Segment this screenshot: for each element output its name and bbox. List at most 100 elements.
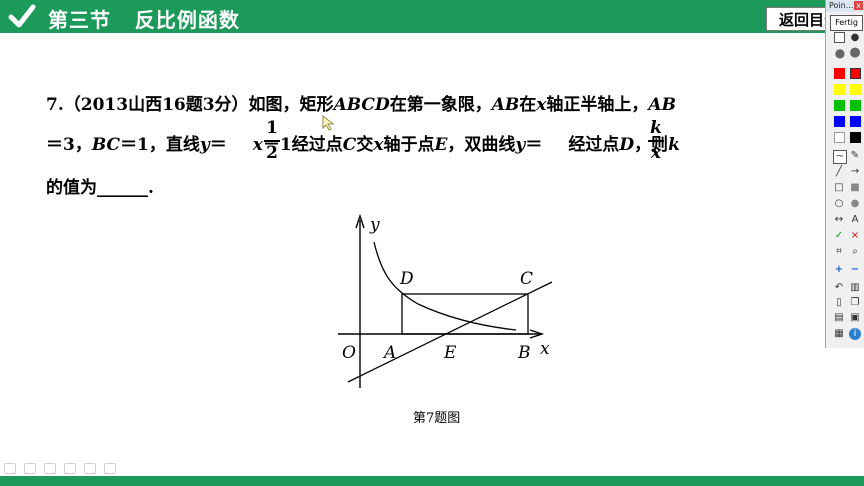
color-red-large[interactable]	[850, 68, 861, 79]
math-bc: BC	[91, 135, 121, 155]
arrow-icon[interactable]: →	[849, 166, 861, 178]
fraction-1-numerator: 1	[266, 118, 278, 138]
cross-icon[interactable]: ×	[849, 230, 861, 242]
hyperbola-curve	[373, 241, 517, 331]
geometry-figure: y x O A E B C D	[338, 213, 553, 388]
pen-icon[interactable]: ✎	[849, 150, 861, 162]
question-line-3: 的值为______.	[46, 178, 154, 198]
color-yellow-small[interactable]	[834, 84, 845, 95]
text-span: 在	[519, 95, 537, 115]
math-x: x	[373, 135, 384, 155]
next-slide-icon[interactable]	[24, 463, 36, 474]
math-x: x	[252, 135, 263, 155]
text-span: ＝3，	[46, 135, 92, 155]
question-number: 7.	[46, 95, 64, 115]
label-y: y	[369, 215, 380, 235]
text-span: 轴正半轴上，	[546, 95, 649, 115]
math-y: y	[199, 135, 210, 155]
math-abcd: ABCD	[333, 95, 390, 115]
color-black[interactable]	[850, 132, 861, 143]
new-page-icon[interactable]: ▯	[833, 297, 845, 309]
check-icon[interactable]: ✓	[833, 230, 845, 242]
settings-icon[interactable]: ▦	[833, 328, 845, 340]
color-blue-large[interactable]	[850, 116, 861, 127]
large-dot-size-icon[interactable]: ●	[834, 47, 846, 59]
close-icon[interactable]: x	[854, 1, 863, 10]
trash-icon[interactable]: ▥	[849, 282, 861, 294]
label-c: C	[520, 269, 533, 289]
math-ab: AB	[491, 95, 520, 115]
zoom-icon[interactable]	[84, 463, 96, 474]
pen-icon[interactable]	[44, 463, 56, 474]
fertig-button[interactable]: Fertig	[830, 15, 863, 31]
header-bar: 第三节 反比例函数 返回目录	[0, 0, 864, 33]
color-yellow-large[interactable]	[850, 84, 861, 95]
color-red-small[interactable]	[834, 68, 845, 79]
curve-icon[interactable]: ~	[833, 150, 847, 164]
math-ab: AB	[648, 95, 676, 115]
text-span: 经过点	[568, 135, 620, 155]
zoom-icon[interactable]: ⌕	[849, 246, 861, 258]
line-icon[interactable]: ╱	[833, 166, 845, 178]
grid-icon[interactable]	[64, 463, 76, 474]
math-x: x	[536, 95, 547, 115]
text-span: 在第一象限，	[389, 95, 492, 115]
footer-bar	[0, 476, 864, 486]
info-icon[interactable]: i	[849, 328, 861, 340]
filled-rect-icon[interactable]: ■	[849, 182, 861, 194]
question-source: （2013山西16题3分）如图，矩形	[63, 95, 334, 115]
color-green-small[interactable]	[834, 100, 845, 111]
undo-icon[interactable]: ↶	[833, 282, 845, 294]
filled-ellipse-icon[interactable]: ●	[849, 198, 861, 210]
math-d: D	[619, 135, 635, 155]
ellipse-icon[interactable]: ○	[833, 198, 845, 210]
crop-icon[interactable]: ⌗	[833, 246, 845, 258]
label-a: A	[382, 343, 396, 363]
fraction-1-bar	[264, 140, 280, 142]
plus-icon[interactable]: +	[833, 264, 845, 276]
text-span: ＝	[209, 135, 227, 155]
fraction-1-denominator: 2	[266, 143, 278, 163]
mouse-pointer-icon	[322, 115, 335, 131]
minus-icon[interactable]: −	[849, 264, 861, 276]
section-title: 第三节 反比例函数	[48, 8, 240, 32]
fraction-2-bar	[648, 140, 664, 142]
text-icon[interactable]: A	[849, 214, 861, 226]
color-green-large[interactable]	[850, 100, 861, 111]
math-y: y	[515, 135, 526, 155]
label-x: x	[540, 339, 550, 359]
text-span: 轴于点	[383, 135, 435, 155]
save-icon[interactable]: ▣	[849, 312, 861, 324]
small-dot-size-button[interactable]	[834, 32, 845, 43]
double-arrow-icon[interactable]: ↔	[833, 214, 845, 226]
math-e: E	[434, 135, 448, 155]
medium-dot-size-icon[interactable]: ●	[849, 32, 861, 44]
print-icon[interactable]: ▤	[833, 312, 845, 324]
presentation-toolbar	[4, 463, 116, 475]
math-c: C	[342, 135, 357, 155]
rect-icon[interactable]: □	[833, 182, 845, 194]
color-white[interactable]	[834, 132, 845, 143]
figure-caption: 第7题图	[413, 411, 461, 426]
label-d: D	[399, 269, 414, 289]
label-o: O	[342, 343, 356, 363]
prev-slide-icon[interactable]	[4, 463, 16, 474]
checkmark-icon	[8, 4, 36, 28]
xlarge-dot-size-icon[interactable]: ●	[849, 46, 861, 59]
text-span: ，双曲线	[447, 135, 516, 155]
question-line-1: 7.（2013山西16题3分）如图，矩形ABCD在第一象限，AB在x轴正半轴上，…	[46, 90, 676, 115]
label-b: B	[517, 343, 531, 363]
text-span: ＝	[525, 135, 543, 155]
menu-icon[interactable]	[104, 463, 116, 474]
fraction-2-numerator: k	[650, 118, 662, 138]
color-blue-small[interactable]	[834, 116, 845, 127]
rectangle-abcd	[401, 293, 529, 335]
text-span: 交	[356, 135, 374, 155]
line-ce	[347, 281, 553, 383]
copy-icon[interactable]: ❐	[849, 297, 861, 309]
text-span: ＝1，直线	[120, 135, 200, 155]
annotation-tool-panel: Poin... x Fertig ● ● ● ~ ✎ ╱ → □ ■ ○ ● ↔…	[825, 0, 864, 348]
fraction-2-denominator: x	[650, 143, 662, 163]
label-e: E	[443, 343, 457, 363]
question-line-2: ＝3，BC＝1，直线y＝ x－1经过点C交x轴于点E，双曲线y＝ 经过点D，则k	[46, 130, 680, 155]
